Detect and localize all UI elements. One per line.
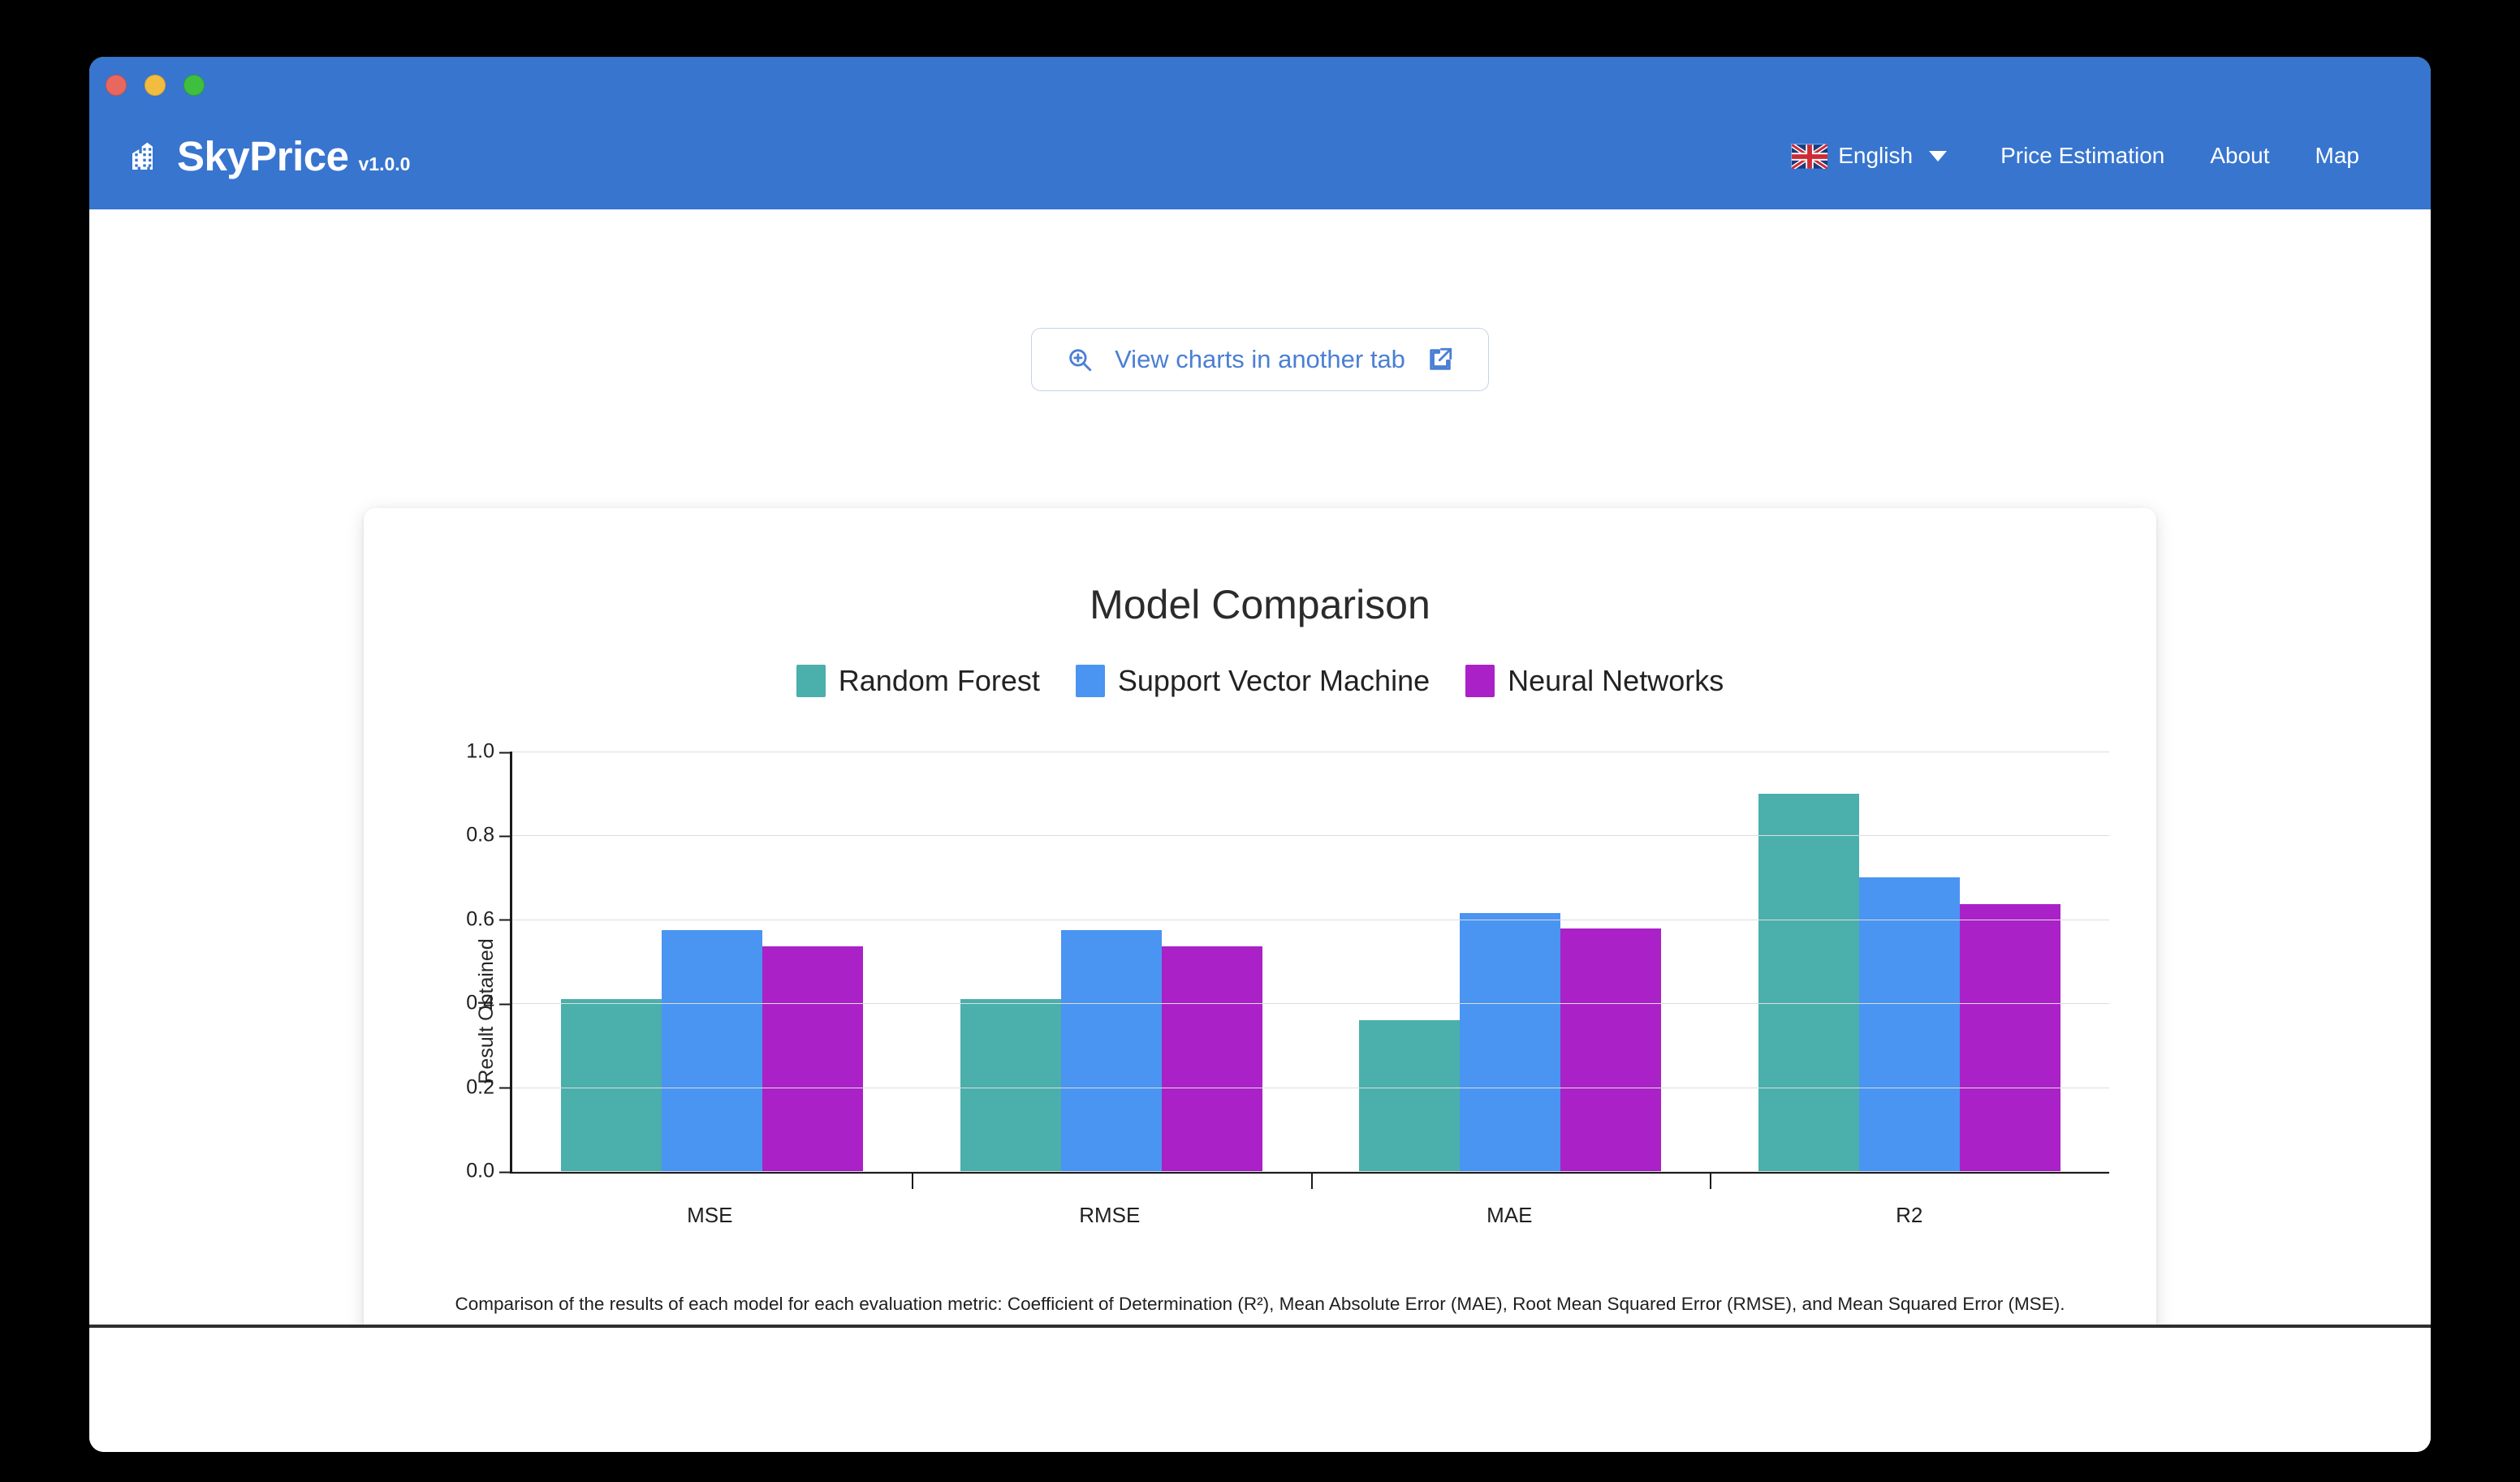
view-charts-label: View charts in another tab xyxy=(1115,345,1405,373)
language-label: English xyxy=(1838,143,1914,168)
browser-window: SkyPrice v1.0.0 English Price Estimation xyxy=(89,57,2431,1452)
minimize-window-button[interactable] xyxy=(145,75,166,96)
bar-group xyxy=(1310,752,1711,1189)
legend-item-random-forest[interactable]: Random Forest xyxy=(796,664,1040,698)
chart-card: Model Comparison Random Forest Support V… xyxy=(364,508,2156,1364)
nav-link-map[interactable]: Map xyxy=(2293,135,2382,177)
y-axis-tick: 0.4 xyxy=(466,992,512,1015)
bar[interactable] xyxy=(1560,928,1662,1171)
uk-flag-icon xyxy=(1790,142,1829,171)
bar[interactable] xyxy=(1460,913,1561,1171)
bar[interactable] xyxy=(762,946,863,1171)
page-content: View charts in another tab Model Compari… xyxy=(89,209,2431,1364)
y-axis-tick: 0.6 xyxy=(466,907,512,931)
chart-legend: Random Forest Support Vector Machine Neu… xyxy=(364,664,2156,698)
y-axis-tick: 0.8 xyxy=(466,824,512,847)
bar[interactable] xyxy=(661,929,762,1171)
brand-name: SkyPrice xyxy=(177,132,349,179)
gridline xyxy=(512,835,2109,837)
bar-groups xyxy=(512,752,2109,1189)
legend-swatch xyxy=(796,665,826,697)
x-axis-labels: MSE RMSE MAE R2 xyxy=(510,1203,2109,1228)
zoom-in-icon xyxy=(1066,346,1094,373)
view-charts-toolbar: View charts in another tab xyxy=(89,328,2431,391)
bar[interactable] xyxy=(1359,1019,1461,1171)
language-switcher[interactable]: English xyxy=(1773,135,1965,177)
x-axis-label: R2 xyxy=(1896,1203,1923,1227)
window-controls xyxy=(106,75,205,96)
zoom-window-button[interactable] xyxy=(183,75,205,96)
y-axis-tick: 0.0 xyxy=(466,1160,512,1183)
chart-title: Model Comparison xyxy=(1090,582,1430,627)
bar-group xyxy=(512,752,912,1171)
legend-label: Neural Networks xyxy=(1508,664,1724,697)
brand-version: v1.0.0 xyxy=(358,153,411,174)
legend-swatch xyxy=(1075,665,1105,697)
bar-group xyxy=(1710,752,2109,1189)
legend-item-neural-networks[interactable]: Neural Networks xyxy=(1465,664,1724,698)
gridline xyxy=(512,1171,2109,1172)
gridline xyxy=(512,1003,2109,1005)
bar[interactable] xyxy=(1161,946,1262,1171)
chart-caption: Comparison of the results of each model … xyxy=(455,1294,2065,1314)
bar[interactable] xyxy=(1060,929,1162,1171)
x-axis-tick-mark xyxy=(1710,1171,1712,1189)
y-axis-tick: 1.0 xyxy=(466,740,512,764)
legend-item-support-vector-machine[interactable]: Support Vector Machine xyxy=(1075,664,1430,698)
chart-plot: Result Obtained 0.0 0.2 0.4 0.6 0.8 1.0 MSE RM… xyxy=(421,740,2109,1271)
nav-link-price-estimation[interactable]: Price Estimation xyxy=(1978,135,2187,177)
x-axis-label: MAE xyxy=(1487,1203,1533,1227)
nav-links: English Price Estimation About Map xyxy=(1773,135,2382,177)
close-window-button[interactable] xyxy=(106,75,127,96)
building-icon xyxy=(128,141,161,174)
plot-area: 0.0 0.2 0.4 0.6 0.8 1.0 xyxy=(466,740,2109,1189)
bar-group xyxy=(911,752,1311,1189)
navbar: SkyPrice v1.0.0 English Price Estimation xyxy=(89,102,2431,209)
y-axis-tick: 0.2 xyxy=(466,1075,512,1099)
external-link-icon xyxy=(1426,346,1454,373)
legend-swatch xyxy=(1465,665,1495,697)
bar[interactable] xyxy=(1960,903,2061,1171)
footer xyxy=(89,1328,2431,1452)
bar[interactable] xyxy=(960,999,1061,1171)
chevron-down-icon xyxy=(1929,150,1948,162)
x-axis-label: MSE xyxy=(687,1203,733,1227)
nav-link-about[interactable]: About xyxy=(2187,135,2292,177)
bar[interactable] xyxy=(1758,793,1860,1171)
x-axis-tick-mark xyxy=(911,1171,913,1189)
bar[interactable] xyxy=(560,999,662,1171)
view-charts-button[interactable]: View charts in another tab xyxy=(1031,328,1489,391)
bar[interactable] xyxy=(1859,877,1961,1171)
x-axis-tick-mark xyxy=(1310,1171,1313,1189)
legend-label: Random Forest xyxy=(838,664,1040,697)
x-axis-label: RMSE xyxy=(1079,1203,1141,1227)
legend-label: Support Vector Machine xyxy=(1117,664,1430,697)
brand-logo[interactable]: SkyPrice v1.0.0 xyxy=(128,136,410,177)
